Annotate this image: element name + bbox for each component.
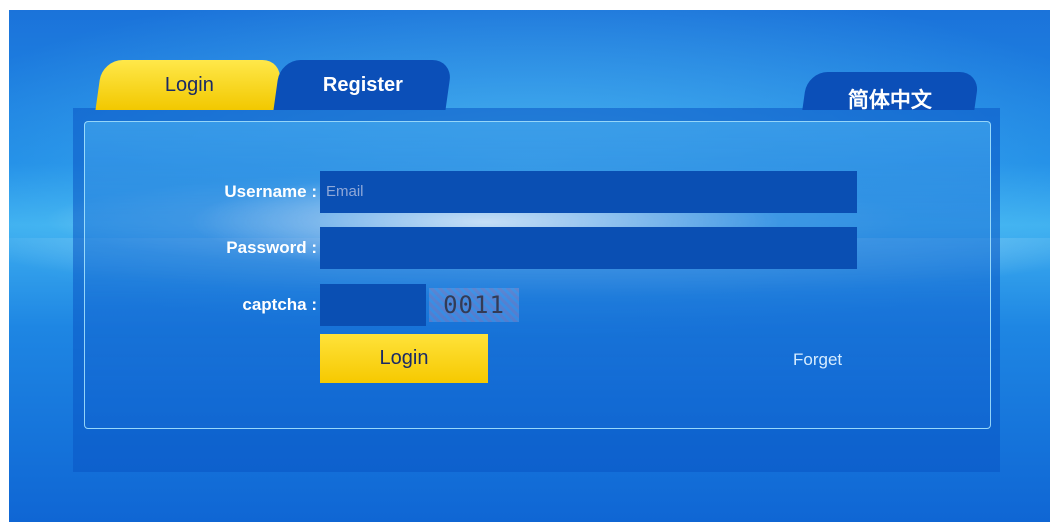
login-screen: Login Register 简体中文 Username : Email Pas… xyxy=(9,10,1050,522)
login-button[interactable]: Login xyxy=(320,334,488,383)
username-placeholder: Email xyxy=(326,183,364,200)
captcha-code: 0011 xyxy=(443,291,505,319)
captcha-input[interactable] xyxy=(320,284,426,326)
language-selector[interactable]: 简体中文 xyxy=(802,72,980,112)
password-label: Password : xyxy=(226,238,317,257)
language-label: 简体中文 xyxy=(847,88,932,112)
login-form-area xyxy=(84,121,991,429)
username-input[interactable]: Email xyxy=(320,171,857,213)
login-button-label: Login xyxy=(379,347,429,369)
username-label: Username : xyxy=(224,182,317,201)
tab-register-label: Register xyxy=(322,74,403,96)
captcha-image[interactable]: 0011 xyxy=(429,288,519,322)
forget-password-link[interactable]: Forget xyxy=(793,350,842,370)
tab-login[interactable]: Login xyxy=(95,60,283,110)
captcha-label: captcha : xyxy=(242,295,317,314)
tab-register[interactable]: Register xyxy=(273,60,453,110)
tab-login-label: Login xyxy=(164,74,214,96)
password-input[interactable] xyxy=(320,227,857,269)
